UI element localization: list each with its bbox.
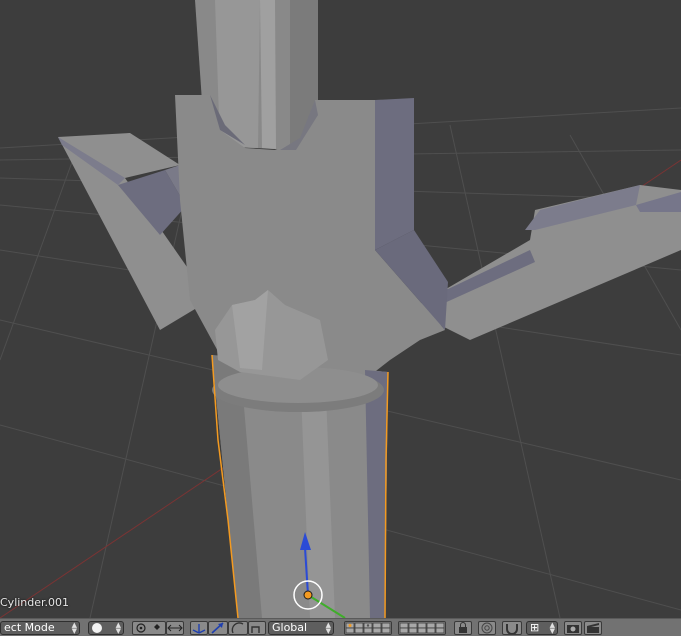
viewport-shading-selector[interactable]: ▲ ▼: [88, 621, 124, 635]
snap-grid-icon: ⊞: [530, 621, 540, 634]
lock-camera-button[interactable]: [454, 621, 472, 635]
axes-icon: [192, 624, 206, 634]
chevron-updown-icon: ▲ ▼: [325, 621, 331, 635]
proportional-editing-button[interactable]: [478, 621, 496, 635]
magnet-icon: [506, 624, 518, 634]
snap-element-selector[interactable]: ⊞ ▲ ▼: [526, 621, 558, 635]
chevron-updown-icon: ▲ ▼: [549, 621, 555, 635]
scale-button[interactable]: [248, 621, 266, 635]
render-animation-button[interactable]: [584, 621, 602, 635]
mode-selector[interactable]: ect Mode ▲ ▼: [0, 621, 80, 635]
chevron-updown-icon: ▲ ▼: [115, 621, 121, 635]
pivot-icon: [136, 623, 160, 633]
right-arm-mesh: [410, 185, 681, 340]
snap-toggle-button[interactable]: [502, 621, 522, 635]
layer-grid-icon: [345, 622, 391, 634]
clapper-icon: [587, 623, 599, 633]
viewport-canvas[interactable]: [0, 0, 681, 618]
mode-label: ect Mode: [4, 621, 55, 634]
proportional-icon: [481, 622, 493, 634]
pivot-point-selector[interactable]: [132, 621, 166, 635]
lock-icon: [459, 622, 467, 633]
camera-icon: [567, 625, 579, 633]
transform-orientation-selector[interactable]: Global ▲ ▼: [268, 621, 334, 635]
sphere-icon: [92, 623, 102, 633]
translate-arrow-icon: [211, 622, 224, 634]
manipulator-toggle-button[interactable]: [166, 621, 184, 635]
layers-group-1[interactable]: [344, 621, 392, 635]
rotate-button[interactable]: [228, 621, 248, 635]
object-name-label: Cylinder.001: [0, 596, 70, 609]
chevron-updown-icon: ▲ ▼: [71, 621, 77, 635]
viewport-header: ect Mode ▲ ▼ ▲ ▼ Global ▲ ▼ ⊞ ▲ ▼: [0, 618, 681, 636]
translate-manipulator-button[interactable]: [190, 621, 208, 635]
rotate-icon: [231, 622, 244, 634]
3d-viewport[interactable]: Cylinder.001: [0, 0, 681, 618]
transform-orientation-label: Global: [272, 621, 308, 634]
arrows-icon: [167, 624, 183, 632]
scale-icon: [251, 626, 260, 633]
render-button[interactable]: [564, 621, 582, 635]
layer-grid-icon: [399, 622, 445, 634]
rotate-manipulator-button[interactable]: [208, 621, 228, 635]
layers-group-2[interactable]: [398, 621, 446, 635]
